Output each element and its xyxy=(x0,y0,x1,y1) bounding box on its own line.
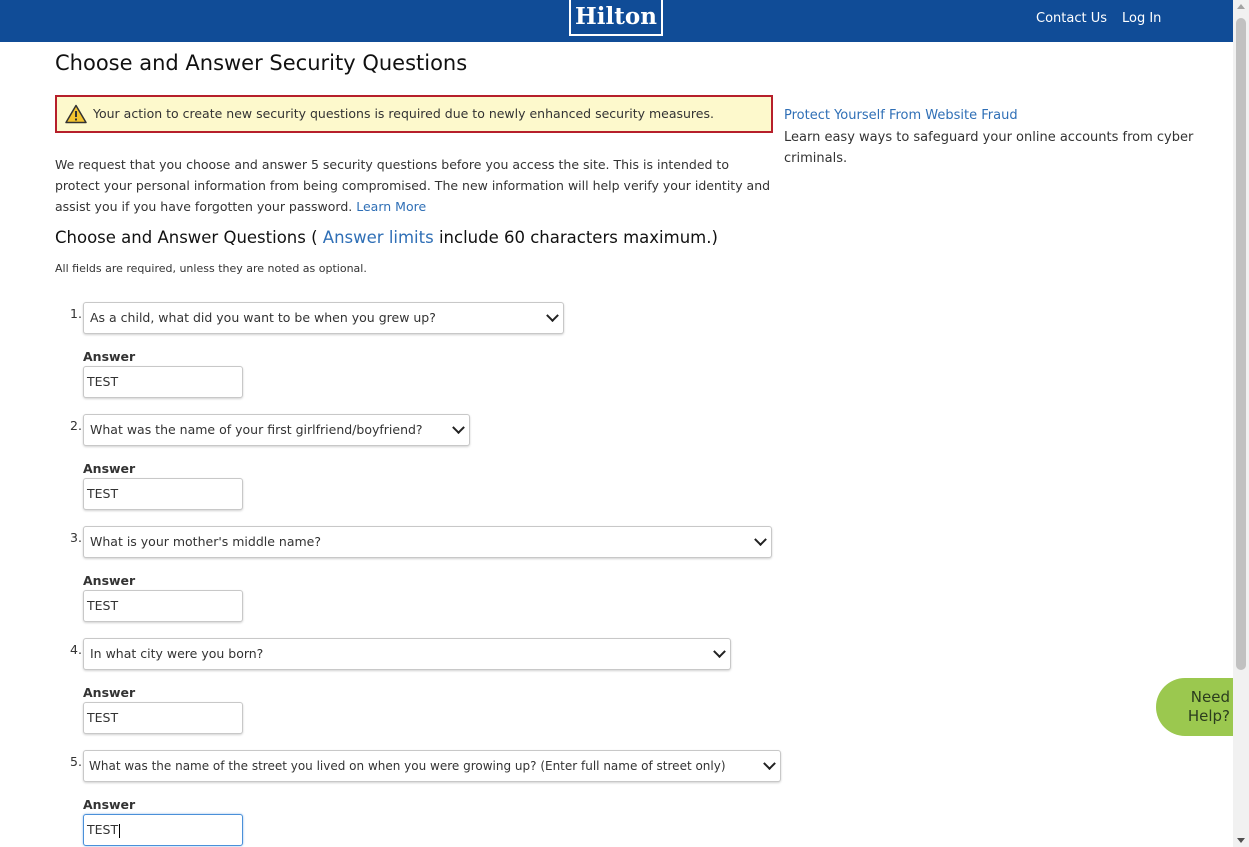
question-number: 1. xyxy=(70,306,82,321)
fraud-description: Learn easy ways to safeguard your online… xyxy=(784,130,1194,166)
question-number: 2. xyxy=(70,418,82,433)
alert-message: Your action to create new security quest… xyxy=(93,106,714,121)
website-fraud-link[interactable]: Protect Yourself From Website Fraud xyxy=(784,108,1018,123)
hilton-logo[interactable]: Hilton xyxy=(569,0,663,36)
question-4-selected: In what city were you born? xyxy=(90,646,264,661)
question-number: 3. xyxy=(70,530,82,545)
question-4-select[interactable]: In what city were you born? xyxy=(83,638,731,670)
chevron-down-icon xyxy=(546,309,559,323)
chevron-down-icon xyxy=(713,645,726,659)
warning-triangle-icon xyxy=(65,104,87,128)
answer-label: Answer xyxy=(83,349,136,364)
question-1-selected: As a child, what did you want to be when… xyxy=(90,310,436,325)
contact-us-link[interactable]: Contact Us xyxy=(1036,11,1107,26)
scroll-down-arrow-icon[interactable] xyxy=(1237,838,1245,843)
question-3-select[interactable]: What is your mother's middle name? xyxy=(83,526,772,558)
answer-3-input[interactable]: TEST xyxy=(83,590,243,622)
answer-4-input[interactable]: TEST xyxy=(83,702,243,734)
section-subtitle: Choose and Answer Questions ( Answer lim… xyxy=(55,228,718,247)
answer-label: Answer xyxy=(83,685,136,700)
answer-5-value: TEST xyxy=(87,822,119,837)
vertical-scrollbar[interactable] xyxy=(1233,0,1249,847)
scroll-up-arrow-icon[interactable] xyxy=(1237,4,1245,9)
answer-label: Answer xyxy=(83,573,136,588)
need-help-line2: Help? xyxy=(1187,707,1230,725)
subtitle-prefix: Choose and Answer Questions ( xyxy=(55,228,318,247)
chevron-down-icon xyxy=(452,421,465,435)
question-number: 4. xyxy=(70,642,82,657)
question-5-selected: What was the name of the street you live… xyxy=(89,759,726,773)
question-number: 5. xyxy=(70,754,82,769)
learn-more-link[interactable]: Learn More xyxy=(356,199,426,214)
answer-label: Answer xyxy=(83,797,136,812)
answer-2-input[interactable]: TEST xyxy=(83,478,243,510)
answer-label: Answer xyxy=(83,461,136,476)
chevron-down-icon xyxy=(763,757,776,771)
answer-1-input[interactable]: TEST xyxy=(83,366,243,398)
question-2-select[interactable]: What was the name of your first girlfrie… xyxy=(83,414,470,446)
question-1-select[interactable]: As a child, what did you want to be when… xyxy=(83,302,564,334)
chevron-down-icon xyxy=(754,533,767,547)
question-3-selected: What is your mother's middle name? xyxy=(90,534,321,549)
intro-paragraph: We request that you choose and answer 5 … xyxy=(55,154,775,217)
text-caret xyxy=(119,823,121,838)
question-2-selected: What was the name of your first girlfrie… xyxy=(90,422,423,437)
question-5-select[interactable]: What was the name of the street you live… xyxy=(83,750,781,782)
required-fields-note: All fields are required, unless they are… xyxy=(55,262,367,275)
top-navigation-bar: Hilton Contact Us Log In xyxy=(0,0,1233,42)
need-help-line1: Need xyxy=(1190,688,1230,706)
log-in-link[interactable]: Log In xyxy=(1122,11,1161,26)
scrollbar-thumb[interactable] xyxy=(1236,18,1246,670)
subtitle-suffix: include 60 characters maximum.) xyxy=(438,228,718,247)
need-help-button[interactable]: Need Help? xyxy=(1156,678,1233,736)
answer-5-input[interactable]: TEST xyxy=(83,814,243,846)
security-alert-banner: Your action to create new security quest… xyxy=(55,95,773,133)
answer-limits-link[interactable]: Answer limits xyxy=(323,228,434,247)
page-title: Choose and Answer Security Questions xyxy=(55,51,468,75)
